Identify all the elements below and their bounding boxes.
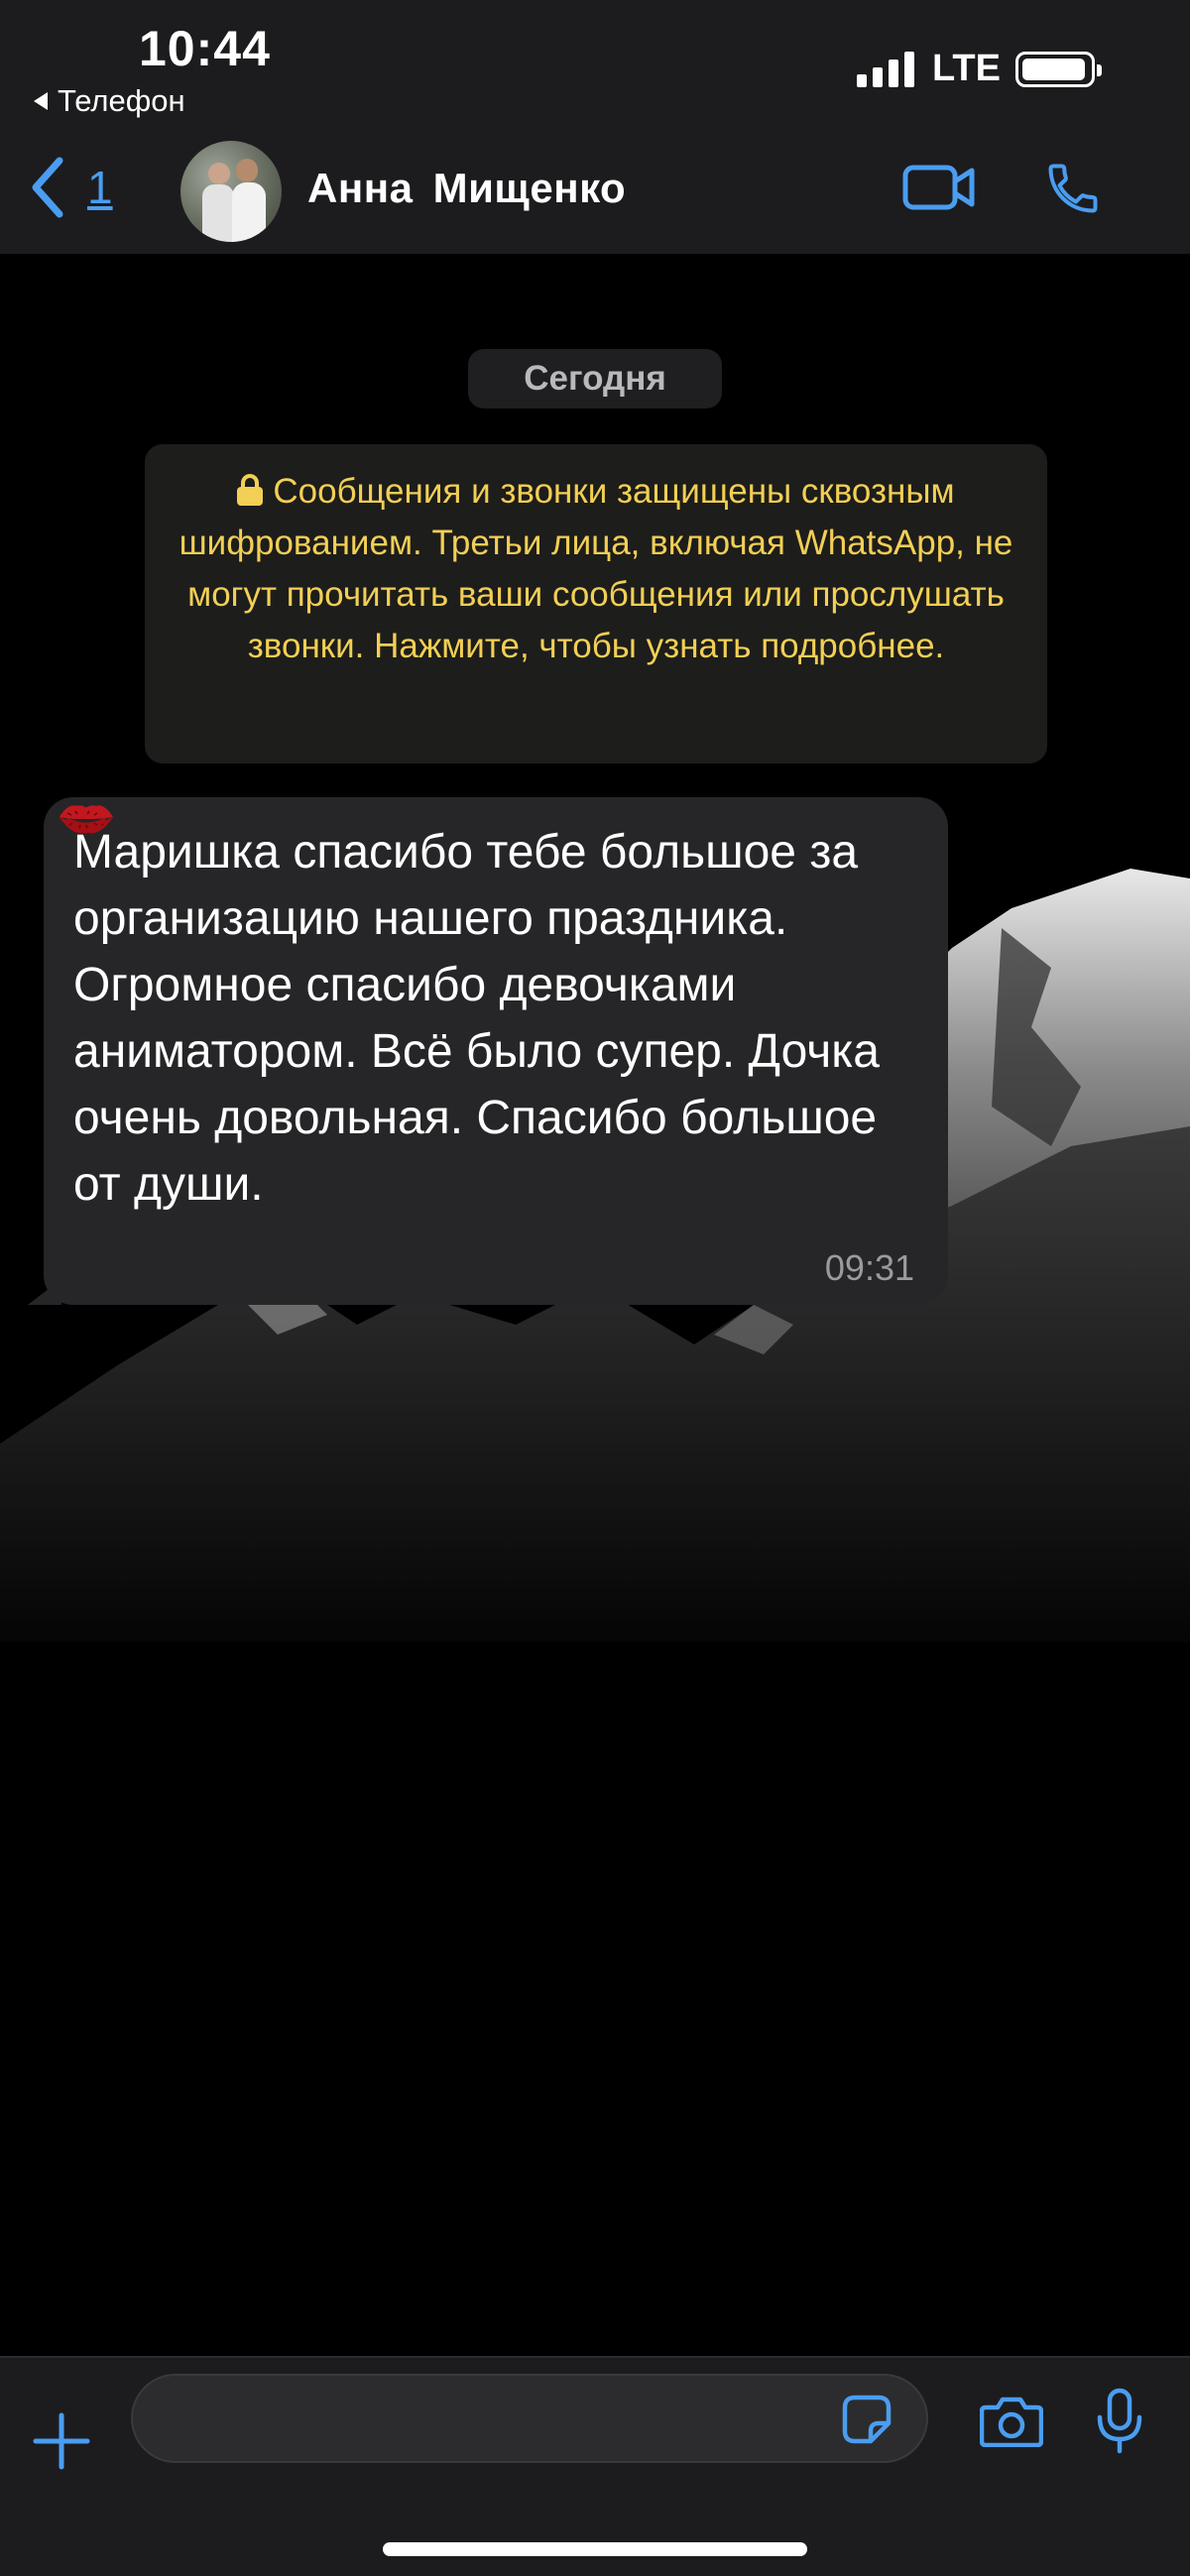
status-time: 10:44 — [139, 21, 271, 76]
back-button[interactable]: 1 — [30, 157, 113, 218]
encryption-notice[interactable]: Сообщения и звонки защищены сквозным шиф… — [145, 444, 1047, 763]
sticker-icon — [842, 2395, 892, 2444]
encryption-notice-text: Сообщения и звонки защищены сквозным шиф… — [178, 472, 1013, 665]
voice-call-button[interactable] — [1043, 159, 1103, 223]
message-timestamp: 09:31 — [824, 1247, 914, 1288]
back-triangle-icon — [34, 92, 48, 110]
phone-icon — [1048, 164, 1098, 213]
message-text: Маришка спасибо тебе большое за организа… — [60, 805, 918, 1218]
date-separator: Сегодня — [468, 349, 722, 409]
network-type: LTE — [932, 48, 1001, 89]
status-bar: 10:44 Телефон LTE — [0, 0, 1190, 119]
message-body: Маришка спасибо тебе большое за организа… — [73, 826, 880, 1211]
camera-icon — [979, 2397, 1044, 2448]
chat-header: 1 Анна Мищенко — [0, 119, 1190, 256]
sticker-button[interactable] — [841, 2394, 892, 2450]
lock-icon — [237, 474, 264, 506]
video-call-button[interactable] — [902, 165, 976, 215]
incoming-message-bubble[interactable]: Маришка спасибо тебе большое за организа… — [28, 797, 948, 1305]
battery-icon — [1015, 52, 1102, 87]
chevron-left-icon — [32, 157, 63, 218]
contact-avatar[interactable] — [180, 141, 282, 242]
back-to-app-link[interactable]: Телефон — [34, 83, 185, 119]
microphone-icon — [1097, 2388, 1142, 2454]
home-indicator[interactable] — [383, 2542, 807, 2556]
signal-strength-icon — [857, 48, 914, 87]
attach-button[interactable] — [32, 2411, 91, 2476]
unread-count: 1 — [87, 162, 113, 213]
kiss-mark-icon — [60, 805, 107, 834]
back-app-label: Телефон — [58, 83, 185, 118]
message-input-field[interactable] — [131, 2374, 928, 2463]
plus-icon — [33, 2412, 90, 2470]
chat-wallpaper: Сегодня Сообщения и звонки защищены скво… — [0, 254, 1190, 2356]
camera-button[interactable] — [979, 2396, 1044, 2452]
voice-message-button[interactable] — [1095, 2388, 1144, 2460]
bubble-tail — [28, 1279, 61, 1305]
contact-name[interactable]: Анна Мищенко — [307, 165, 626, 212]
message-input-bar — [0, 2356, 1190, 2576]
video-camera-icon — [902, 165, 975, 210]
